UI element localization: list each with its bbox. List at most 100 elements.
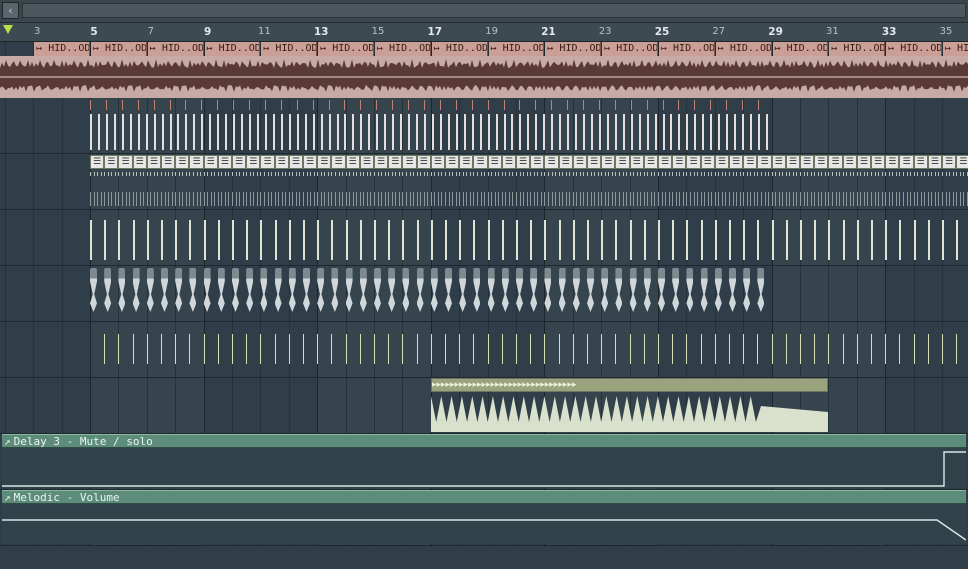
audio-clip-header[interactable]: ↦ HID..ODY [261,42,318,56]
drum-clip[interactable] [430,268,438,312]
pattern-clip[interactable]: ☰ [714,155,729,169]
pattern-clip[interactable]: ☰ [629,155,644,169]
pattern-clip[interactable]: ☰ [530,155,545,169]
pattern-clip[interactable]: ☰ [615,155,630,169]
playlist-area[interactable]: ↦ HID..ODY↦ HID..ODY↦ HID..ODY↦ HID..ODY… [0,42,968,569]
playlist-track-9[interactable]: ↗ Melodic - Volume [0,490,968,546]
pattern-clip[interactable]: ▸▸▸▸▸▸▸▸▸▸▸▸▸▸▸▸▸▸▸▸▸▸▸▸▸▸▸▸▸▸▸▸ [430,378,829,392]
drum-clip[interactable] [516,268,523,312]
playlist-track-6[interactable] [0,322,968,378]
audio-clip-header[interactable]: ↦ HID..ODY [886,42,942,56]
horizontal-scrollbar[interactable]: ‹ [0,0,968,23]
audio-clip-header[interactable]: ↦ HID..ODY [375,42,431,56]
pattern-clip[interactable]: ☰ [658,155,673,169]
pattern-clip[interactable]: ☰ [118,155,133,169]
pattern-clip[interactable]: ☰ [601,155,616,169]
pattern-clip[interactable]: ☰ [842,155,857,169]
drum-clip[interactable] [303,268,310,312]
pattern-clip[interactable]: ☰ [303,155,318,169]
pattern-clip[interactable]: ☰ [317,155,332,169]
pattern-clip[interactable]: ☰ [558,155,573,169]
pattern-clip[interactable]: ☰ [572,155,587,169]
pattern-clip[interactable]: ☰ [729,155,744,169]
pattern-clip[interactable]: ☰ [459,155,474,169]
drum-clip[interactable] [743,268,751,312]
pattern-clip[interactable]: ☰ [942,155,957,169]
drum-clip[interactable] [658,268,665,312]
pattern-clip[interactable]: ☰ [146,155,161,169]
pattern-clip[interactable]: ☰ [487,155,502,169]
pattern-clip[interactable]: ☰ [927,155,942,169]
audio-clip-header[interactable]: ↦ HID..ODY [34,42,90,56]
drum-clip[interactable] [288,268,296,312]
pattern-clip[interactable]: ☰ [274,155,289,169]
pattern-clip[interactable]: ☰ [288,155,303,169]
pattern-clip[interactable]: ☰ [871,155,886,169]
pattern-clip[interactable]: ☰ [587,155,602,169]
pattern-clip[interactable]: ☰ [700,155,715,169]
drum-clip[interactable] [445,268,452,312]
pattern-clip[interactable]: ☰ [217,155,232,169]
drum-clip[interactable] [700,268,708,312]
audio-clip-header[interactable]: ↦ HID..ODY [829,42,886,56]
audio-clip-header[interactable]: ↦ HID..ODY [204,42,261,56]
audio-clip-header[interactable]: ↦ HID..ODY [602,42,658,56]
pattern-clip[interactable]: ☰ [686,155,701,169]
pattern-clip[interactable]: ☰ [402,155,417,169]
playlist-track-8[interactable]: ↗ Delay 3 - Mute / solo [0,434,968,490]
timeline-ruler[interactable]: 3579111315171921232527293133353739414345… [0,23,968,42]
playlist-track-4[interactable] [0,210,968,266]
pattern-clip[interactable]: ☰ [473,155,488,169]
pattern-clip[interactable]: ☰ [956,155,968,169]
audio-clip-header[interactable]: ↦ HID..ODY [545,42,602,56]
pattern-clip[interactable]: ☰ [161,155,176,169]
audio-clip-header[interactable]: ↦ HID..ODY [318,42,374,56]
pattern-clip[interactable]: ☰ [544,155,559,169]
drum-clip[interactable] [473,268,481,312]
drum-clip[interactable] [232,268,239,312]
pattern-clip[interactable]: ☰ [501,155,516,169]
drum-clip[interactable] [729,268,736,312]
drum-clip[interactable] [530,268,538,312]
pattern-clip[interactable]: ☰ [885,155,900,169]
audio-clip-header[interactable]: ↦ HID..ODY [943,42,968,56]
drum-clip[interactable] [246,268,254,312]
automation-clip-header[interactable]: ↗ Delay 3 - Mute / solo [2,434,966,448]
audio-clip-header[interactable]: ↦ HID..ODY [715,42,772,56]
pattern-clip[interactable]: ☰ [785,155,800,169]
pattern-clip[interactable]: ☰ [175,155,190,169]
pattern-clip[interactable]: ☰ [359,155,374,169]
pattern-clip[interactable]: ☰ [516,155,531,169]
playlist-track-1[interactable]: ↦ HID..ODY↦ HID..ODY↦ HID..ODY↦ HID..ODY… [0,42,968,98]
pattern-clip[interactable]: ☰ [331,155,346,169]
audio-clip-header[interactable]: ↦ HID..ODY [431,42,488,56]
pattern-clip[interactable]: ☰ [757,155,772,169]
audio-clip-header[interactable]: ↦ HID..ODY [659,42,715,56]
pattern-clip[interactable]: ☰ [232,155,247,169]
pattern-clip[interactable]: ☰ [643,155,658,169]
pattern-clip[interactable]: ☰ [345,155,360,169]
playlist-track-2[interactable] [0,98,968,154]
pattern-clip[interactable]: ☰ [828,155,843,169]
pattern-clip[interactable]: ☰ [388,155,403,169]
pattern-clip[interactable]: ☰ [90,155,105,169]
playlist-track-5[interactable] [0,266,968,322]
scrollbar-track[interactable] [22,3,966,18]
pattern-clip[interactable]: ☰ [856,155,871,169]
playlist-track-3[interactable]: ☰ ☰ ☰ ☰ ☰ ☰ ☰ ☰ ☰ ☰ ☰ ☰ ☰ ☰ ☰ ☰ ☰ ☰ ☰ ☰ ☰ ☰ ☰ ☰ ☰ ☰ ☰ ☰ ☰ ☰ ☰ ☰ ☰ ☰ ☰ ☰ ☰ ☰ ☰ ☰… [0,154,968,210]
audio-clip-header[interactable]: ↦ HID..ODY [488,42,545,56]
pattern-clip[interactable]: ☰ [203,155,218,169]
chevron-left-icon[interactable]: ‹ [2,2,19,19]
drum-clip[interactable] [217,268,225,312]
pattern-clip[interactable]: ☰ [416,155,431,169]
audio-clip-header[interactable]: ↦ HID..ODY [91,42,147,56]
pattern-clip[interactable]: ☰ [374,155,389,169]
pattern-clip[interactable]: ☰ [260,155,275,169]
playhead-marker-icon[interactable] [3,25,13,34]
audio-clip-header[interactable]: ↦ HID..ODY [772,42,829,56]
drum-clip[interactable] [714,268,722,312]
drum-clip[interactable] [487,268,495,312]
drum-clip[interactable] [260,268,268,312]
drum-clip[interactable] [757,268,765,312]
drum-clip[interactable] [203,268,211,312]
